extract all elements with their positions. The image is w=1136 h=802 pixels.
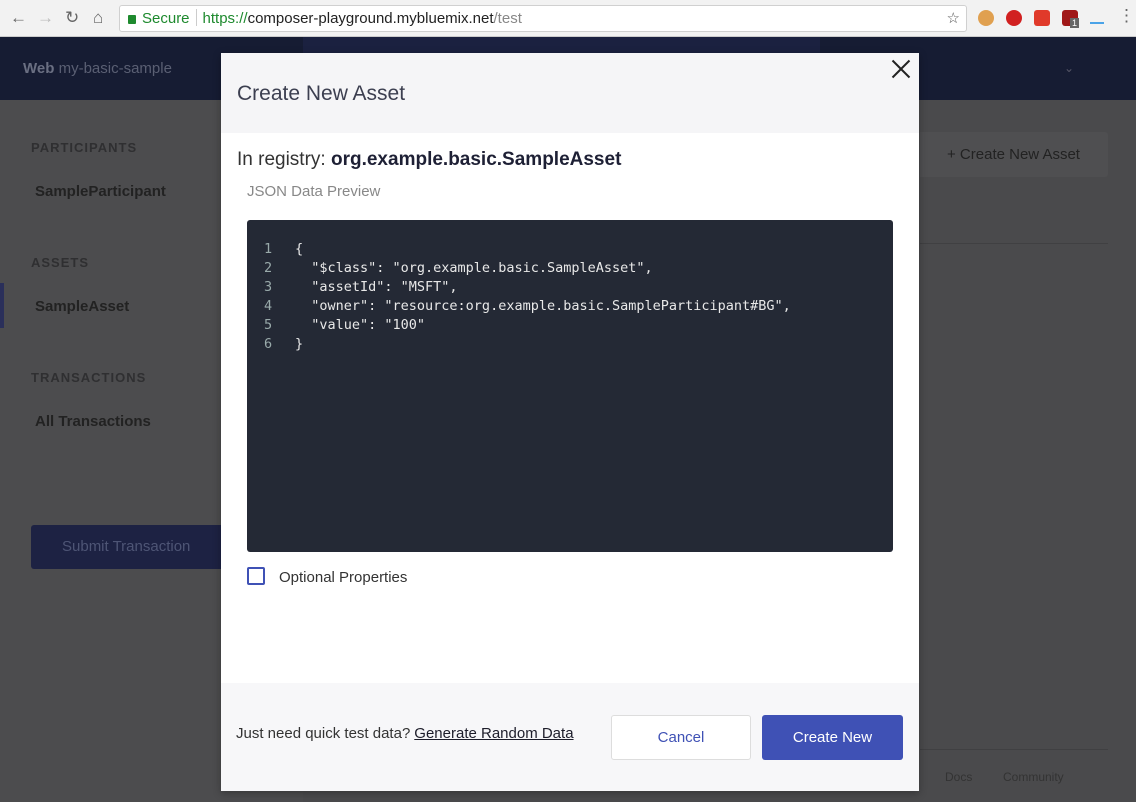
url-scheme: https:// [202,10,248,27]
close-icon[interactable] [891,60,909,78]
code-text: } [295,336,304,352]
create-asset-dialog: Create New Asset In registry: org.exampl… [221,53,919,791]
registry-name: org.example.basic.SampleAsset [330,149,622,170]
line-number: 2 [264,260,273,276]
registry-prefix: In registry: [237,149,326,170]
forward-icon[interactable]: → [37,8,54,28]
code-text: "assetId": "MSFT", [295,279,458,295]
menu-icon[interactable]: ⋮ [1118,6,1135,26]
participants-heading: PARTICIPANTS [31,140,138,155]
code-text: { [295,241,304,257]
play-extension-icon[interactable] [1006,10,1022,26]
line-number: 3 [264,279,273,295]
bookmark-star-icon[interactable]: ☆ [947,6,960,31]
secure-label: Secure [142,10,190,27]
code-line: 3 "assetId": "MSFT", [247,278,893,297]
code-text: "owner": "resource:org.example.basic.Sam… [295,298,791,314]
sidebar-item-all-transactions[interactable]: All Transactions [35,413,151,430]
transactions-heading: TRANSACTIONS [31,370,147,385]
chevron-down-icon[interactable]: ⌄ [1064,61,1074,75]
code-text: "$class": "org.example.basic.SampleAsset… [295,260,653,276]
quick-data-text: Just need quick test data? [236,725,411,742]
create-new-button[interactable]: Create New [762,715,903,760]
sidebar-item-sampleasset[interactable]: SampleAsset [35,298,129,315]
create-new-asset-button[interactable]: + Create New Asset [920,132,1108,177]
submit-transaction-button[interactable]: Submit Transaction [31,525,231,569]
code-line: 6} [247,335,893,354]
code-line: 5 "value": "100" [247,316,893,335]
optional-properties-label[interactable]: Optional Properties [279,569,407,586]
back-icon[interactable]: ← [10,8,27,28]
footer-link-docs[interactable]: Docs [945,770,972,784]
url-path: /test [493,10,522,27]
footer-link-community[interactable]: Community [1003,770,1064,784]
sidebar-item-sampleparticipant[interactable]: SampleParticipant [35,183,166,200]
line-number: 5 [264,317,273,333]
home-icon[interactable]: ⌂ [93,8,103,28]
brand: Web my-basic-sample [23,60,172,77]
reload-icon[interactable]: ↻ [65,8,79,28]
dots-extension-icon[interactable] [1034,10,1050,26]
lock-icon [128,15,136,24]
generate-random-data-link[interactable]: Generate Random Data [414,725,573,742]
brand-name: my-basic-sample [58,60,172,77]
cancel-button[interactable]: Cancel [611,715,751,760]
assets-heading: ASSETS [31,255,90,270]
line-number: 6 [264,336,273,352]
json-code-editor[interactable]: 1{2 "$class": "org.example.basic.SampleA… [247,220,893,552]
extension-icon[interactable] [1090,22,1104,24]
line-number: 4 [264,298,273,314]
dialog-footer: Just need quick test data? Generate Rando… [221,683,919,791]
address-bar[interactable]: Secure https://composer-playground.myblue… [119,5,967,32]
optional-properties-checkbox[interactable] [247,567,265,585]
code-line: 1{ [247,240,893,259]
extension-badge: 1 [1070,18,1080,28]
brand-bold: Web [23,60,55,77]
shield-extension-icon[interactable]: 1 [1062,10,1080,28]
registry-label: In registry: org.example.basic.SampleAss… [237,149,621,171]
dialog-title: Create New Asset [237,82,406,105]
code-line: 4 "owner": "resource:org.example.basic.S… [247,297,893,316]
url-host: composer-playground.mybluemix.net [247,10,494,27]
code-text: "value": "100" [295,317,426,333]
cookie-extension-icon[interactable] [978,10,994,26]
json-preview-label: JSON Data Preview [247,183,381,200]
code-line: 2 "$class": "org.example.basic.SampleAss… [247,259,893,278]
browser-toolbar: ← → ↻ ⌂ Secure https://composer-playgroun… [0,0,1136,37]
line-number: 1 [264,241,273,257]
